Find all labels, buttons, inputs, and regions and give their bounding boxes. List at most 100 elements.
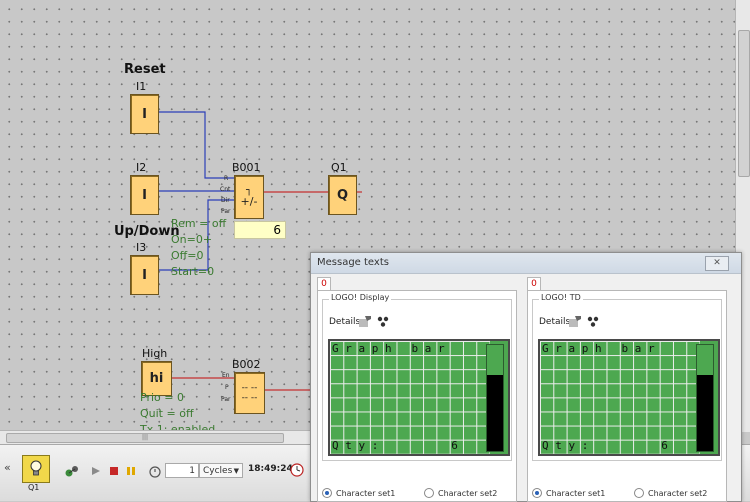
i3-symbol: I (142, 267, 147, 283)
tab-td[interactable]: 0 (527, 277, 541, 291)
b001-symbol: +/- (240, 194, 258, 208)
logo-td-group: LOGO! TD Details G r a p h b a r Q t y :… (532, 293, 722, 461)
pause-icon (127, 467, 135, 475)
output-block-q1[interactable]: Q (328, 175, 357, 215)
updown-label: Up/Down (114, 224, 180, 239)
simulation-time: 18:49:24 (248, 464, 293, 474)
lightbulb-icon (30, 460, 42, 476)
lcd-display: G r a p h b a r Q t y : 6 (328, 339, 510, 456)
i2-symbol: I (142, 187, 147, 203)
collapse-button[interactable]: « (4, 461, 11, 474)
b001-name: B001 (232, 161, 261, 174)
pin-r: R (224, 175, 229, 182)
horizontal-scrollbar[interactable]: ||| (0, 430, 310, 444)
stop-simulation-button[interactable] (108, 465, 120, 477)
b002-symbol-2: -- -- (241, 393, 258, 403)
message-block-b002[interactable]: -- -- -- -- (234, 372, 265, 414)
cycles-unit-text: Cycles (203, 466, 233, 476)
radio-td-character-set2[interactable]: Character set2 (634, 488, 707, 498)
q1-name: Q1 (331, 161, 347, 174)
network-icon (65, 466, 78, 477)
radio-character-set2-label: Character set2 (438, 488, 498, 498)
b002-symbol-1: -- -- (241, 383, 258, 393)
window-title: Message texts (311, 253, 741, 274)
close-button[interactable]: ✕ (705, 256, 729, 271)
start-simulation-button[interactable] (90, 465, 102, 477)
scroll-grip: ||| (141, 434, 149, 441)
lcd-td-line-1: G r a p h b a r (542, 342, 655, 355)
rising-edge-icon: ┐ (245, 184, 253, 196)
hi-symbol: hi (149, 371, 164, 386)
reset-label: Reset (124, 62, 166, 77)
close-icon: ✕ (713, 258, 721, 268)
q1-lamp-label: Q1 (28, 483, 40, 492)
details-label-td: Details (539, 317, 571, 327)
message-texts-window[interactable]: Message texts ✕ 0 LOGO! Display Details … (310, 252, 742, 502)
b002-param-prio: Prio = 0 (140, 391, 184, 404)
clock-button[interactable] (290, 463, 304, 477)
pin-dir: Dir (221, 197, 230, 204)
horizontal-scroll-thumb[interactable]: ||| (6, 433, 284, 443)
clock-icon (290, 463, 304, 477)
bar-graph-fill-td (697, 374, 713, 451)
lcd-grid-td (540, 341, 700, 454)
bar-graph-fill (487, 374, 503, 451)
radio-td-character-set1[interactable]: Character set1 (532, 488, 605, 498)
pause-simulation-button[interactable] (125, 465, 137, 477)
i1-symbol: I (142, 106, 147, 122)
counter-block-b001[interactable]: ┐ +/- (234, 175, 264, 219)
counter-value: 6 (234, 221, 286, 239)
input-block-i3[interactable]: I (130, 255, 159, 295)
logo-display-group: LOGO! Display Details G r a p h b a r Q … (322, 293, 512, 461)
i1-name: I1 (136, 80, 147, 93)
radio-td-character-set2-label: Character set2 (648, 488, 708, 498)
radio-character-set1[interactable]: Character set1 (322, 488, 395, 498)
logo-td-panel: LOGO! TD Details G r a p h b a r Q t y :… (527, 290, 727, 502)
details-label: Details (329, 317, 361, 327)
pin-par: Par (221, 208, 231, 215)
lcd-display-td: G r a p h b a r Q t y : 6 (538, 339, 720, 456)
lcd-grid (330, 341, 490, 454)
edit-icon[interactable] (569, 316, 581, 327)
b001-param-on: On=0+ (171, 233, 213, 246)
pin-par-b002: Par (221, 396, 231, 403)
radio-selected-icon (322, 488, 332, 498)
pin-p: P (225, 384, 229, 391)
q1-symbol: Q (336, 187, 349, 203)
radio-selected-icon (532, 488, 542, 498)
radio-character-set1-label: Character set1 (336, 488, 396, 498)
b001-param-start: Start=0 (171, 265, 215, 278)
lcd-line-2: Q t y : 6 (332, 439, 458, 452)
simulation-settings-button[interactable] (64, 463, 80, 479)
time-control-button[interactable] (148, 464, 162, 478)
settings-dots-icon[interactable] (587, 316, 599, 327)
radio-character-set2[interactable]: Character set2 (424, 488, 497, 498)
settings-dots-icon[interactable] (377, 316, 389, 327)
lcd-td-line-2: Q t y : 6 (542, 439, 668, 452)
radio-unselected-icon (634, 488, 644, 498)
input-block-i2[interactable]: I (130, 175, 159, 215)
logo-display-caption: LOGO! Display (329, 293, 392, 302)
b001-param-rem: Rem = off (171, 217, 227, 230)
vertical-scroll-thumb[interactable] (738, 30, 750, 177)
bar-graph-td (696, 344, 714, 452)
i3-name: I3 (136, 241, 147, 254)
bar-graph (486, 344, 504, 452)
b002-name: B002 (232, 358, 261, 371)
radio-td-character-set1-label: Character set1 (546, 488, 606, 498)
stop-icon (110, 467, 118, 475)
i2-name: I2 (136, 161, 147, 174)
tab-display[interactable]: 0 (317, 277, 331, 291)
cycles-input[interactable]: 1 (165, 463, 199, 478)
edit-icon[interactable] (359, 316, 371, 327)
input-block-i1[interactable]: I (130, 94, 159, 134)
logo-td-caption: LOGO! TD (539, 293, 583, 302)
output-q1-lamp-button[interactable] (22, 455, 50, 483)
logo-display-panel: LOGO! Display Details G r a p h b a r Q … (317, 290, 517, 502)
cycles-unit-select[interactable]: Cycles ▼ (199, 463, 243, 478)
high-label: High (142, 347, 168, 360)
radio-unselected-icon (424, 488, 434, 498)
lcd-line-1: G r a p h b a r (332, 342, 445, 355)
b001-param-off: Off=0 (171, 249, 204, 262)
play-icon (92, 467, 100, 475)
